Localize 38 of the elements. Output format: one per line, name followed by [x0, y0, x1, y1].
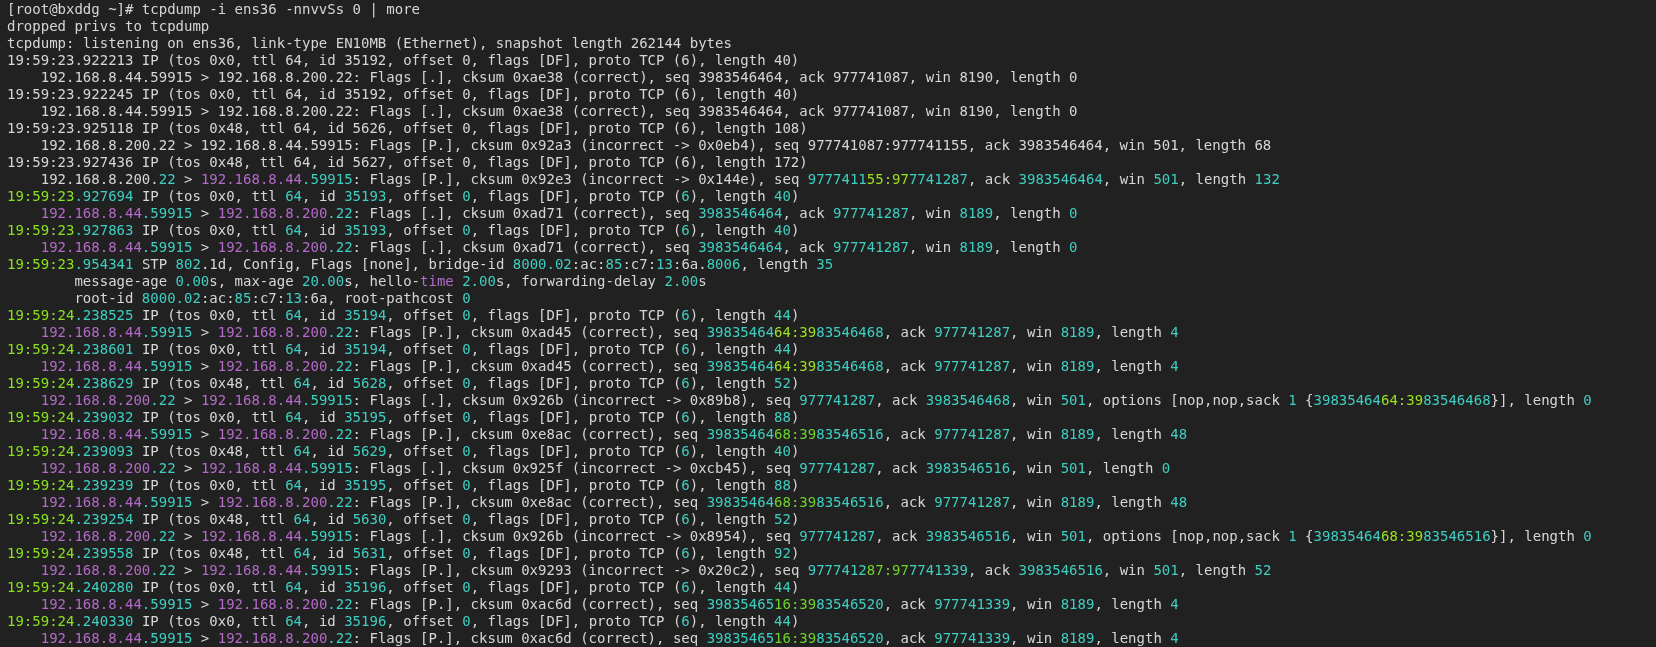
terminal-line: tcpdump: listening on ens36, link-type EN10MB (Ethernet), snapshot length 262144 bytes [7, 35, 732, 52]
terminal-line: 192.168.8.200.22 > 192.168.8.44.59915: Flags [.], cksum 0x926b (incorrect -> 0x89b8), seq 977741287, ack 3983546468, win 501, options [nop,nop,sack 1 {3983546464:3983546468}], length 0 [39, 392, 1592, 409]
terminal-line: 192.168.8.44.59915 > 192.168.8.200.22: Flags [P.], cksum 0xac6d (correct), seq 3983546516:3983546520, ack 977741339, win 8189, length 4 [39, 630, 1179, 647]
terminal-line: 192.168.8.44.59915 > 192.168.8.200.22: Flags [.], cksum 0xae38 (correct), seq 3983546464, ack 977741087, win 8190, length 0 [39, 103, 1078, 120]
terminal-line: [root@bxddg ~]# tcpdump -i ens36 -nnvvSs 0 | more [7, 1, 420, 18]
terminal-line: 19:59:24.239239 IP (tos 0x0, ttl 64, id 35195, offset 0, flags [DF], proto TCP (6), length 88) [7, 477, 800, 494]
terminal-line: 19:59:23.927863 IP (tos 0x0, ttl 64, id 35193, offset 0, flags [DF], proto TCP (6), length 40) [7, 222, 800, 239]
terminal-line: 192.168.8.200.22 > 192.168.8.44.59915: Flags [P.], cksum 0x9293 (incorrect -> 0x20c2), seq 977741287:977741339, ack 3983546516, win 501, length 52 [39, 562, 1272, 579]
terminal-line: 19:59:23.922245 IP (tos 0x0, ttl 64, id 35192, offset 0, flags [DF], proto TCP (6), length 40) [7, 86, 800, 103]
terminal-line: root-id 8000.02:ac:85:c7:13:6a, root-pathcost 0 [73, 290, 471, 307]
terminal-line: 192.168.8.200.22 > 192.168.8.44.59915: Flags [P.], cksum 0x92a3 (incorrect -> 0x0eb4), seq 977741087:977741155, ack 3983546464, win 501, length 68 [39, 137, 1272, 154]
terminal-line: 19:59:23.954341 STP 802.1d, Config, Flags [none], bridge-id 8000.02:ac:85:c7:13:6a.8006, length 35 [7, 256, 834, 273]
terminal-line: 192.168.8.44.59915 > 192.168.8.200.22: Flags [.], cksum 0xae38 (correct), seq 3983546464, ack 977741087, win 8190, length 0 [39, 69, 1078, 86]
terminal-line: dropped privs to tcpdump [7, 18, 210, 35]
terminal-line: 192.168.8.44.59915 > 192.168.8.200.22: Flags [P.], cksum 0xe8ac (correct), seq 3983546468:3983546516, ack 977741287, win 8189, length 48 [39, 426, 1188, 443]
terminal-line: 192.168.8.44.59915 > 192.168.8.200.22: Flags [.], cksum 0xad71 (correct), seq 3983546464, ack 977741287, win 8189, length 0 [39, 205, 1078, 222]
terminal-line: 19:59:23.922213 IP (tos 0x0, ttl 64, id 35192, offset 0, flags [DF], proto TCP (6), length 40) [7, 52, 800, 69]
terminal-line: message-age 0.00s, max-age 20.00s, hello-time 2.00s, forwarding-delay 2.00s [73, 273, 707, 290]
terminal-line: 19:59:23.925118 IP (tos 0x48, ttl 64, id 5626, offset 0, flags [DF], proto TCP (6), length 108) [7, 120, 808, 137]
terminal-line: 192.168.8.44.59915 > 192.168.8.200.22: Flags [P.], cksum 0xad45 (correct), seq 3983546464:3983546468, ack 977741287, win 8189, length 4 [39, 358, 1179, 375]
terminal-line: 19:59:24.240280 IP (tos 0x0, ttl 64, id 35196, offset 0, flags [DF], proto TCP (6), length 44) [7, 579, 800, 596]
terminal-line: 19:59:24.239032 IP (tos 0x0, ttl 64, id 35195, offset 0, flags [DF], proto TCP (6), length 88) [7, 409, 800, 426]
terminal-line: 19:59:24.238525 IP (tos 0x0, ttl 64, id 35194, offset 0, flags [DF], proto TCP (6), length 44) [7, 307, 800, 324]
terminal-line: 19:59:24.238629 IP (tos 0x48, ttl 64, id 5628, offset 0, flags [DF], proto TCP (6), length 52) [7, 375, 800, 392]
terminal-line: 192.168.8.200.22 > 192.168.8.44.59915: Flags [P.], cksum 0x92e3 (incorrect -> 0x144e), seq 977741155:977741287, ack 3983546464, win 501, length 132 [39, 171, 1280, 188]
terminal-line: 19:59:23.927694 IP (tos 0x0, ttl 64, id 35193, offset 0, flags [DF], proto TCP (6), length 40) [7, 188, 800, 205]
terminal-line: 192.168.8.44.59915 > 192.168.8.200.22: Flags [P.], cksum 0xac6d (correct), seq 3983546516:3983546520, ack 977741339, win 8189, length 4 [39, 596, 1179, 613]
terminal-line: 19:59:23.927436 IP (tos 0x48, ttl 64, id 5627, offset 0, flags [DF], proto TCP (6), length 172) [7, 154, 808, 171]
terminal-line: 19:59:24.240330 IP (tos 0x0, ttl 64, id 35196, offset 0, flags [DF], proto TCP (6), length 44) [7, 613, 800, 630]
terminal-line: 19:59:24.239558 IP (tos 0x48, ttl 64, id 5631, offset 0, flags [DF], proto TCP (6), length 92) [7, 545, 800, 562]
terminal-line: 192.168.8.44.59915 > 192.168.8.200.22: Flags [P.], cksum 0xad45 (correct), seq 3983546464:3983546468, ack 977741287, win 8189, length 4 [39, 324, 1179, 341]
terminal-line: 192.168.8.200.22 > 192.168.8.44.59915: Flags [.], cksum 0x925f (incorrect -> 0xcb45), seq 977741287, ack 3983546516, win 501, length 0 [39, 460, 1171, 477]
terminal-line: 19:59:24.239254 IP (tos 0x48, ttl 64, id 5630, offset 0, flags [DF], proto TCP (6), length 52) [7, 511, 800, 528]
terminal-line: 192.168.8.200.22 > 192.168.8.44.59915: Flags [.], cksum 0x926b (incorrect -> 0x8954), seq 977741287, ack 3983546516, win 501, options [nop,nop,sack 1 {3983546468:3983546516}], length 0 [39, 528, 1592, 545]
terminal-line: 19:59:24.239093 IP (tos 0x48, ttl 64, id 5629, offset 0, flags [DF], proto TCP (6), length 40) [7, 443, 800, 460]
terminal-line: 19:59:24.238601 IP (tos 0x0, ttl 64, id 35194, offset 0, flags [DF], proto TCP (6), length 44) [7, 341, 800, 358]
terminal-line: 192.168.8.44.59915 > 192.168.8.200.22: Flags [P.], cksum 0xe8ac (correct), seq 3983546468:3983546516, ack 977741287, win 8189, length 48 [39, 494, 1188, 511]
terminal-line: 192.168.8.44.59915 > 192.168.8.200.22: Flags [.], cksum 0xad71 (correct), seq 3983546464, ack 977741287, win 8189, length 0 [39, 239, 1078, 256]
